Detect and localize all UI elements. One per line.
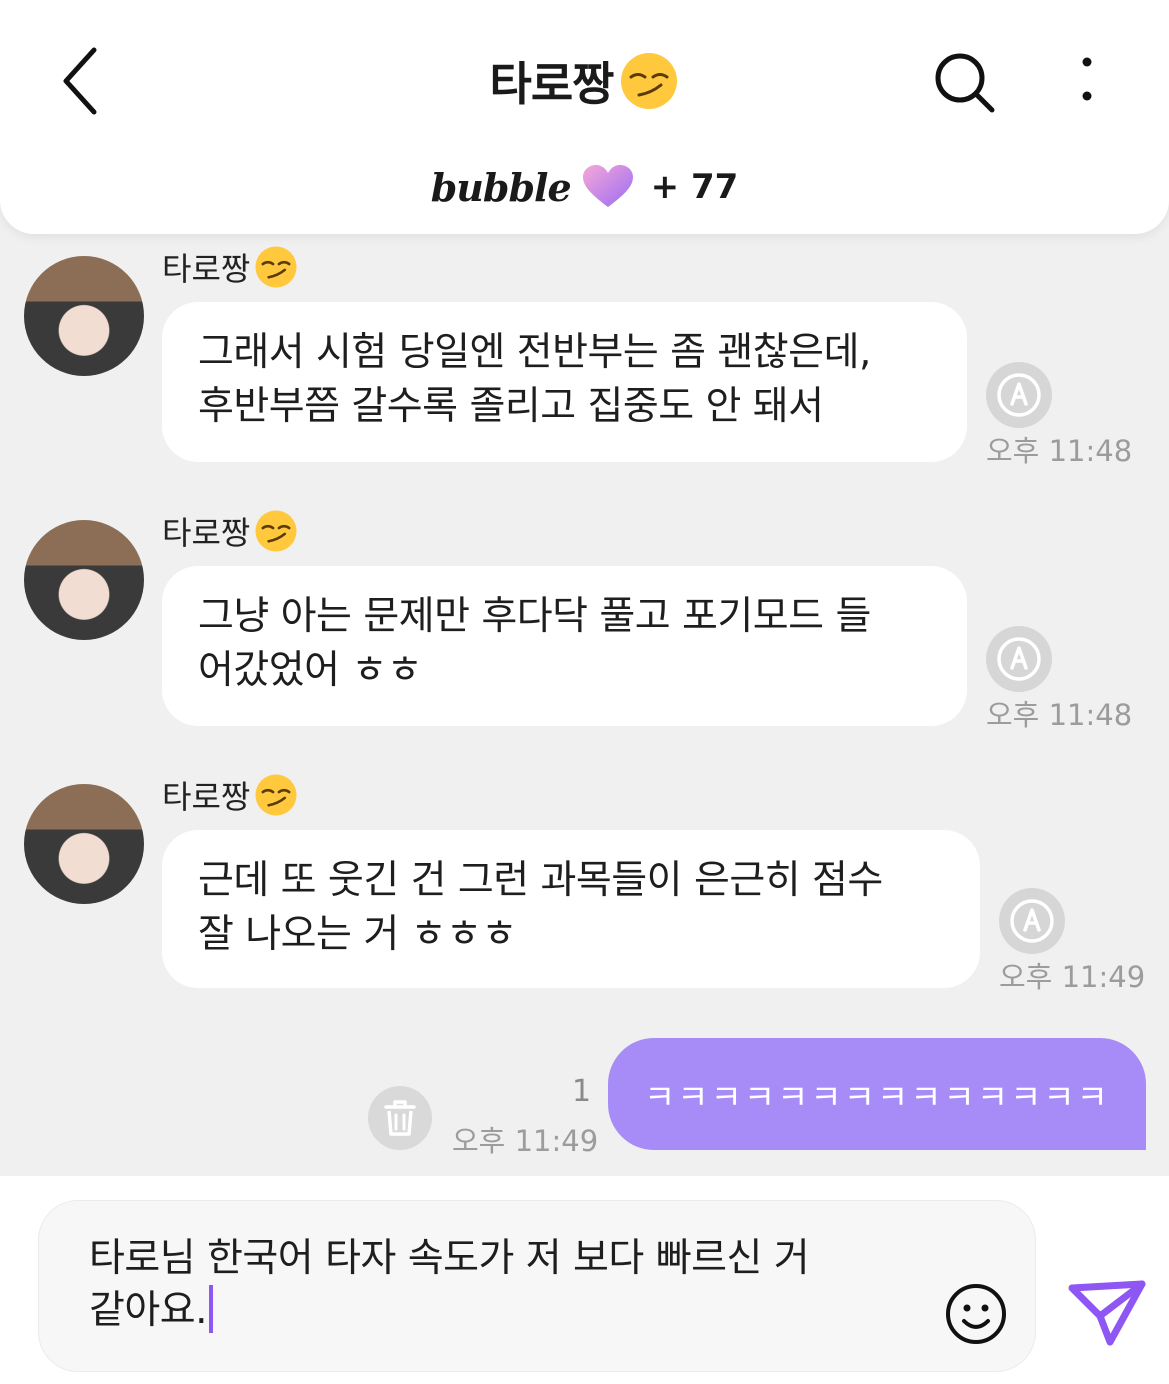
avatar[interactable] [24, 256, 144, 376]
heart-icon [582, 165, 633, 207]
search-icon [935, 53, 995, 113]
chat-header: 타로짱 bubble + 77 [0, 0, 1169, 234]
smirking-face-icon [255, 510, 297, 552]
text-caret [209, 1285, 214, 1333]
search-button[interactable] [930, 48, 1000, 118]
sender-name: 타로짱 [162, 772, 298, 818]
unread-count: 1 [572, 1074, 592, 1109]
message-input-text[interactable]: 타로님 한국어 타자 속도가 저 보다 빠르신 거 같아요. [89, 1233, 909, 1337]
message-bubble[interactable]: 그래서 시험 당일엔 전반부는 좀 괜찮은데, 후반부쯤 갈수록 졸리고 집중도… [162, 302, 967, 462]
sender-name: 타로짱 [162, 508, 298, 554]
message-time: 오후 11:48 [986, 434, 1133, 468]
message-time: 오후 11:49 [452, 1124, 599, 1158]
translate-icon[interactable] [986, 626, 1052, 692]
emoji-button[interactable] [943, 1281, 1009, 1347]
trash-icon [384, 1100, 416, 1136]
message-input[interactable]: 타로님 한국어 타자 속도가 저 보다 빠르신 거 같아요. [38, 1200, 1036, 1372]
sender-name: 타로짱 [162, 244, 298, 290]
send-button[interactable] [1068, 1280, 1146, 1346]
outgoing-message-bubble[interactable]: ㅋㅋㅋㅋㅋㅋㅋㅋㅋㅋㅋㅋㅋㅋ [608, 1038, 1146, 1150]
chat-title: 타로짱 [489, 57, 615, 111]
message-input-value: 타로님 한국어 타자 속도가 저 보다 빠르신 거 같아요. [89, 1236, 810, 1333]
translate-icon[interactable] [986, 362, 1052, 428]
bubble-brand-logo: bubble [430, 164, 572, 210]
smirking-face-icon [255, 774, 297, 816]
message-bubble[interactable]: 그냥 아는 문제만 후다닥 풀고 포기모드 들 어갔었어 ㅎㅎ [162, 566, 967, 726]
delete-message-button[interactable] [368, 1086, 432, 1150]
send-icon [1068, 1280, 1146, 1346]
back-button[interactable] [52, 44, 112, 118]
more-vertical-icon [1082, 57, 1092, 101]
avatar[interactable] [24, 784, 144, 904]
translate-icon[interactable] [999, 888, 1065, 954]
sender-label: 타로짱 [162, 250, 251, 288]
back-arrow-icon [63, 47, 97, 115]
avatar[interactable] [24, 520, 144, 640]
message-bubble[interactable]: 근데 또 웃긴 건 그런 과목들이 은근히 점수 잘 나오는 거 ㅎㅎㅎ [162, 830, 980, 988]
smiley-icon [946, 1284, 1006, 1344]
smirking-face-icon [621, 53, 678, 109]
sender-label: 타로짱 [162, 778, 251, 816]
sender-label: 타로짱 [162, 514, 251, 552]
message-time: 오후 11:49 [999, 960, 1146, 994]
bubble-plus-count: + 77 [650, 167, 739, 207]
more-options-button[interactable] [1064, 50, 1110, 110]
message-time: 오후 11:48 [986, 698, 1133, 732]
smirking-face-icon [255, 246, 297, 288]
outgoing-message-text: ㅋㅋㅋㅋㅋㅋㅋㅋㅋㅋㅋㅋㅋㅋ [644, 1077, 1110, 1118]
